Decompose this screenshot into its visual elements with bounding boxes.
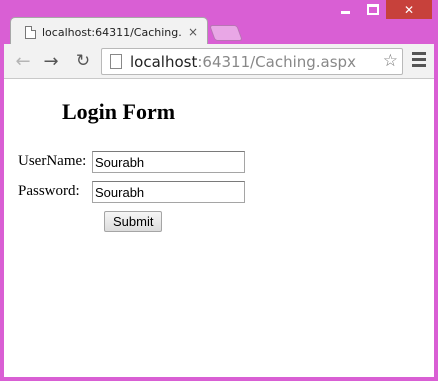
url-path: :64311/Caching.aspx: [197, 52, 356, 71]
tab-title: localhost:64311/Caching.aspx: [42, 25, 182, 39]
close-window-button[interactable]: ✕: [386, 0, 432, 19]
window-controls: ✕: [332, 0, 432, 20]
username-label: UserName:: [18, 153, 87, 169]
address-bar[interactable]: localhost:64311/Caching.aspx ☆: [101, 48, 403, 75]
url-text: localhost:64311/Caching.aspx: [130, 53, 356, 71]
maximize-icon: [366, 4, 379, 15]
forward-arrow-icon[interactable]: →: [40, 50, 62, 72]
maximize-button[interactable]: [359, 0, 386, 19]
username-input[interactable]: [92, 151, 245, 173]
url-host: localhost: [130, 52, 198, 71]
minimize-button[interactable]: [332, 0, 359, 19]
back-arrow-icon[interactable]: ←: [12, 50, 34, 72]
browser-tab[interactable]: localhost:64311/Caching.aspx ×: [10, 17, 208, 45]
menu-icon[interactable]: [412, 52, 426, 70]
password-input[interactable]: [92, 181, 245, 203]
page-title: Login Form: [62, 99, 176, 124]
new-tab-button[interactable]: [209, 25, 243, 41]
password-label: Password:: [18, 183, 80, 199]
browser-toolbar: ← → ↻ localhost:64311/Caching.aspx ☆: [4, 44, 434, 79]
page-content: Login Form UserName: Password: Submit: [4, 79, 434, 377]
reload-icon[interactable]: ↻: [72, 50, 94, 72]
tab-close-icon[interactable]: ×: [188, 25, 198, 39]
page-icon: [110, 54, 122, 69]
page-favicon-icon: [25, 25, 36, 39]
star-icon[interactable]: ☆: [383, 51, 398, 71]
close-icon: ✕: [403, 2, 415, 17]
submit-button[interactable]: Submit: [104, 211, 163, 232]
browser-window: ✕ localhost:64311/Caching.aspx × ← → ↻ l…: [0, 0, 438, 381]
minimize-icon: [341, 11, 350, 14]
